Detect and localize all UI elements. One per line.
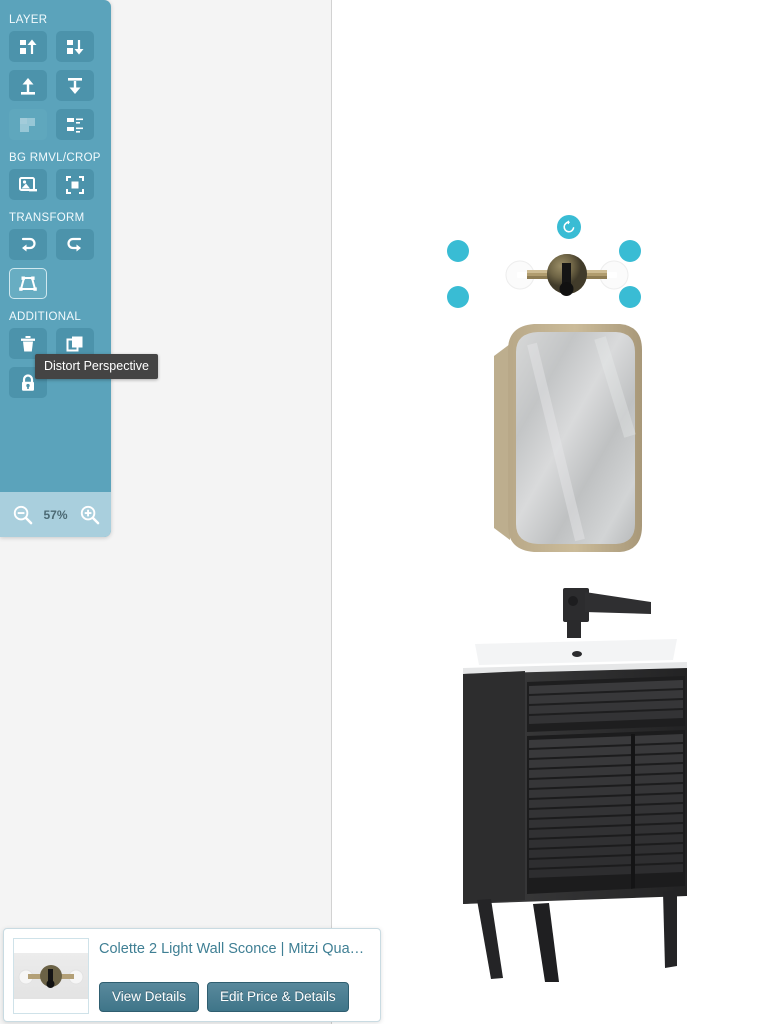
section-label-bg-removal: BG RMVL/CROP: [9, 152, 101, 164]
zoom-level-label: 57%: [43, 507, 68, 522]
distort-perspective-button[interactable]: [9, 268, 47, 299]
flip-vertical-button[interactable]: [56, 229, 94, 260]
section-label-additional: ADDITIONAL: [9, 311, 82, 323]
zoom-control-bar: 57%: [0, 492, 111, 537]
product-title: Colette 2 Light Wall Sconce | Mitzi Qua…: [99, 941, 365, 957]
send-backward-button[interactable]: [56, 31, 94, 62]
mirror-object[interactable]: [480, 316, 656, 560]
drawer-front: [527, 676, 685, 732]
zoom-out-button[interactable]: [12, 504, 33, 525]
product-card: Colette 2 Light Wall Sconce | Mitzi Qua……: [3, 928, 381, 1022]
tooltip: Distort Perspective: [35, 354, 158, 379]
bg-removal-button-grid: [0, 169, 111, 200]
flip-horizontal-button[interactable]: [9, 229, 47, 260]
editor-toolbar: LAYER BG RMVL/CROP TRANSFORM ADDITIONAL …: [0, 0, 111, 537]
transform-button-grid: [0, 229, 111, 299]
product-thumbnail[interactable]: [13, 938, 89, 1014]
edit-price-details-button[interactable]: Edit Price & Details: [207, 982, 349, 1012]
move-to-top-icon: [21, 77, 35, 95]
handle-top-right[interactable]: [619, 240, 641, 262]
faucet: [563, 588, 651, 638]
handle-bottom-left[interactable]: [447, 286, 469, 308]
merge-layers-button[interactable]: [9, 109, 47, 140]
vanity-object[interactable]: [455, 586, 695, 982]
handle-bottom-right[interactable]: [619, 286, 641, 308]
cabinet-doors: [527, 730, 685, 894]
wall-sconce-object[interactable]: [447, 215, 641, 308]
section-label-layer: LAYER: [9, 14, 48, 26]
product-card-body: Colette 2 Light Wall Sconce | Mitzi Qua……: [99, 938, 371, 1012]
design-canvas[interactable]: [333, 0, 766, 1024]
align-distribute-button[interactable]: [56, 109, 94, 140]
move-to-bottom-icon: [68, 77, 82, 94]
handle-top-left[interactable]: [447, 240, 469, 262]
send-to-back-button[interactable]: [56, 70, 94, 101]
flip-vertical-icon: [67, 237, 82, 251]
zoom-in-button[interactable]: [79, 504, 100, 525]
trash-icon: [21, 335, 35, 351]
align-icon: [67, 117, 83, 133]
bring-forward-button[interactable]: [9, 31, 47, 62]
flip-horizontal-icon: [21, 237, 36, 251]
image-remove-icon: [19, 176, 37, 191]
layer-button-grid: [0, 31, 111, 140]
perspective-icon: [19, 276, 37, 291]
image-editor-screen: LAYER BG RMVL/CROP TRANSFORM ADDITIONAL …: [0, 0, 766, 1024]
product-card-actions: View Details Edit Price & Details: [99, 982, 371, 1012]
layer-down-icon: [67, 39, 84, 54]
zoom-in-icon: [80, 505, 99, 525]
merge-shapes-icon: [20, 117, 35, 132]
bring-to-front-button[interactable]: [9, 70, 47, 101]
section-label-transform: TRANSFORM: [9, 212, 85, 224]
copy-icon: [66, 336, 83, 351]
layer-up-icon: [20, 39, 37, 54]
crop-button[interactable]: [56, 169, 94, 200]
rotate-handle[interactable]: [557, 215, 581, 239]
zoom-out-icon: [13, 505, 32, 525]
remove-background-button[interactable]: [9, 169, 47, 200]
crop-frame-icon: [66, 175, 84, 194]
view-details-button[interactable]: View Details: [99, 982, 200, 1012]
thumbnail-image: [14, 953, 88, 999]
